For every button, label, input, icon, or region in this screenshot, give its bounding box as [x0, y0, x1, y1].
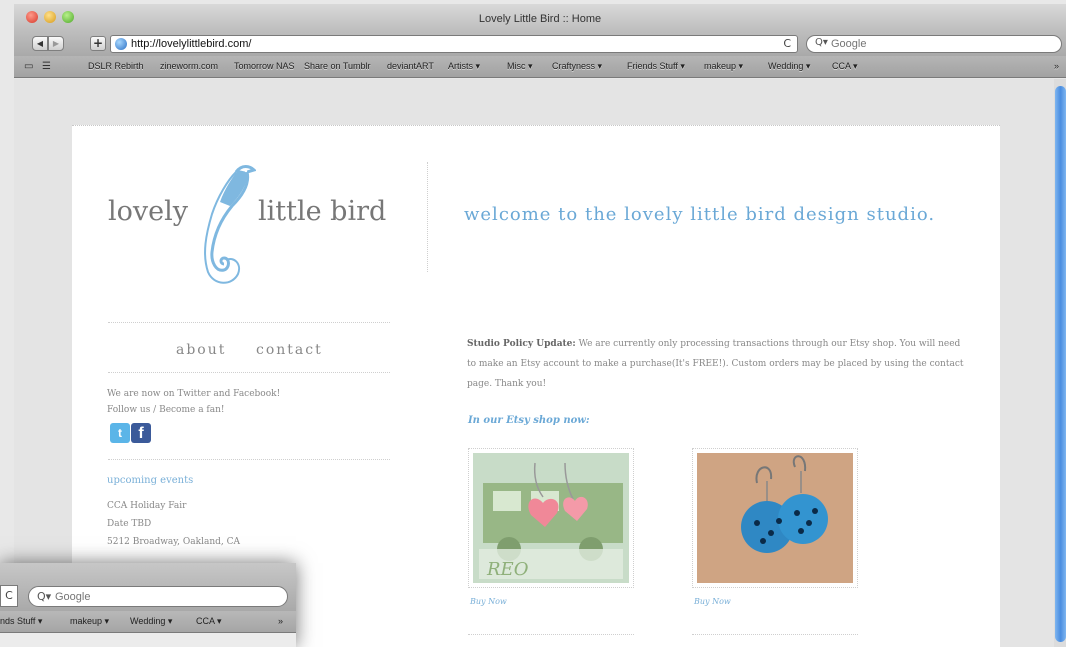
event-line: 5212 Broadway, Oakland, CA — [107, 537, 241, 547]
search-bar[interactable]: Q▾ — [806, 35, 1062, 53]
address-bar[interactable]: http://lovelylittlebird.com/ C — [110, 35, 798, 53]
bookmark-folder-misc[interactable]: Misc ▾ — [507, 61, 533, 72]
twitter-icon[interactable]: t — [110, 423, 130, 443]
inset-reload-icon[interactable]: C — [0, 585, 18, 607]
etsy-heading: In our Etsy shop now: — [468, 415, 590, 426]
bookmark-folder-makeup[interactable]: makeup ▾ — [704, 61, 743, 72]
bookmark-item[interactable]: Tomorrow NAS — [234, 61, 295, 71]
browser-toolbar: ◀ ▶ + http://lovelylittlebird.com/ C Q▾ — [14, 32, 1066, 56]
reload-icon[interactable]: C — [783, 37, 791, 50]
bookmarks-overflow-icon[interactable]: » — [1054, 61, 1059, 71]
scrollbar-thumb[interactable] — [1055, 86, 1066, 642]
bird-logo-icon — [204, 165, 256, 284]
url-text[interactable]: http://lovelylittlebird.com/ — [131, 38, 251, 50]
nav-about-link[interactable]: about — [176, 342, 226, 358]
social-text-2: Follow us / Become a fan! — [107, 405, 225, 415]
site-globe-icon — [115, 38, 127, 50]
bookmark-item[interactable]: Share on Tumblr — [304, 61, 371, 71]
facebook-icon[interactable]: f — [131, 423, 151, 443]
bookmark-folder-cca[interactable]: CCA ▾ — [832, 61, 858, 72]
product-card[interactable]: REO — [468, 448, 634, 588]
events-heading: upcoming events — [107, 475, 194, 486]
event-line: Date TBD — [107, 519, 152, 529]
show-bookmarks-icon[interactable]: ☰ — [42, 61, 51, 72]
product-card[interactable] — [692, 448, 858, 588]
bookmark-item[interactable]: zineworm.com — [160, 61, 218, 71]
nav-top-divider — [108, 322, 390, 323]
events-divider — [108, 459, 390, 460]
bookmark-item[interactable]: DSLR Rebirth — [88, 61, 144, 71]
bookmark-item[interactable]: deviantART — [387, 61, 434, 71]
nav-bottom-divider — [108, 372, 390, 373]
inset-search-icon[interactable]: Q▾ — [37, 590, 51, 603]
studio-policy-text: Studio Policy Update: We are currently o… — [467, 334, 967, 394]
inset-bookmark-item[interactable]: nds Stuff ▾ — [0, 616, 42, 627]
logo-text-little-bird: little bird — [258, 196, 387, 227]
add-bookmark-button[interactable]: + — [90, 36, 106, 51]
bookmark-folder-craftyness[interactable]: Craftyness ▾ — [552, 61, 602, 72]
product-image-blue-dot-earrings[interactable] — [697, 453, 853, 583]
bookmark-folder-friends[interactable]: Friends Stuff ▾ — [627, 61, 685, 72]
bookmark-folder-artists[interactable]: Artists ▾ — [448, 61, 480, 72]
product-image-pink-hearts[interactable]: REO — [473, 453, 629, 583]
product-stamp-text: REO — [486, 559, 529, 580]
buy-now-link[interactable]: Buy Now — [694, 597, 731, 606]
back-button[interactable]: ◀ — [32, 36, 48, 51]
event-line: CCA Holiday Fair — [107, 501, 187, 511]
buy-now-link[interactable]: Buy Now — [470, 597, 507, 606]
toolbar-zoom-inset: C Q▾ nds Stuff ▾ makeup ▾ Wedding ▾ CCA … — [0, 563, 296, 647]
reading-list-icon[interactable]: ▭ — [24, 61, 33, 72]
nav-contact-link[interactable]: contact — [256, 342, 323, 358]
inset-bookmarks-overflow-icon[interactable]: » — [278, 616, 283, 626]
product-row-divider — [468, 634, 634, 635]
logo-text-lovely: lovely — [108, 196, 189, 227]
forward-button[interactable]: ▶ — [48, 36, 64, 51]
inset-search-input[interactable] — [55, 590, 275, 604]
inset-bookmark-item[interactable]: Wedding ▾ — [130, 616, 172, 627]
search-input[interactable] — [831, 37, 1051, 51]
inset-toolbar: C Q▾ — [0, 563, 296, 611]
inset-search-bar[interactable]: Q▾ — [28, 586, 288, 607]
bookmark-folder-wedding[interactable]: Wedding ▾ — [768, 61, 810, 72]
title-bar: Lovely Little Bird :: Home — [14, 4, 1066, 32]
social-text-1: We are now on Twitter and Facebook! — [107, 389, 281, 399]
search-icon[interactable]: Q▾ — [815, 37, 828, 48]
header-divider — [427, 162, 428, 272]
welcome-heading: welcome to the lovely little bird design… — [464, 204, 936, 225]
policy-label: Studio Policy Update: — [467, 339, 576, 349]
inset-bookmark-item[interactable]: CCA ▾ — [196, 616, 222, 627]
inset-bookmark-item[interactable]: makeup ▾ — [70, 616, 109, 627]
window-title: Lovely Little Bird :: Home — [478, 13, 602, 25]
inset-bookmarks-bar: nds Stuff ▾ makeup ▾ Wedding ▾ CCA ▾ » — [0, 611, 296, 633]
browser-window: Lovely Little Bird :: Home ◀ ▶ + http://… — [0, 0, 1066, 647]
bookmarks-bar: ▭ ☰ DSLR Rebirth zineworm.com Tomorrow N… — [14, 56, 1066, 78]
product-row-divider — [692, 634, 858, 635]
